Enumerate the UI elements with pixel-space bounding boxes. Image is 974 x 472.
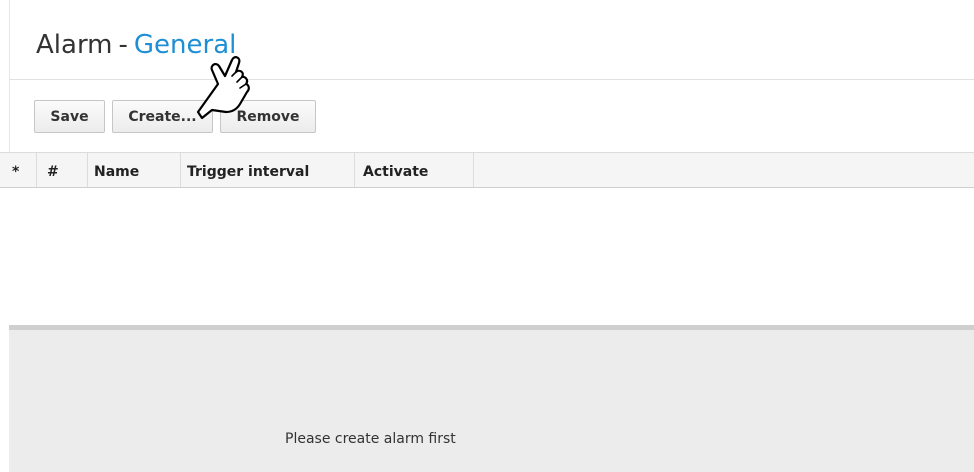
empty-state-message: Please create alarm first (285, 431, 456, 447)
alarm-detail-panel: Please create alarm first (9, 330, 974, 472)
page-title: Alarm - General (36, 30, 236, 60)
create-button[interactable]: Create... (112, 100, 213, 133)
title-divider (9, 79, 974, 80)
column-header-modified[interactable]: * (0, 153, 37, 187)
page-title-separator: - (118, 30, 128, 60)
column-divider (473, 153, 474, 187)
remove-button[interactable]: Remove (220, 100, 316, 133)
alarm-general-page: Alarm - General Save Create... Remove * # … (0, 0, 974, 472)
page-title-main: Alarm (36, 30, 113, 60)
page-title-section: General (133, 30, 237, 60)
column-header-number-label: # (47, 164, 59, 180)
column-header-name[interactable]: Name (88, 153, 181, 187)
column-header-activate-label: Activate (363, 164, 429, 180)
column-header-trigger-interval[interactable]: Trigger interval (181, 153, 355, 187)
save-button[interactable]: Save (34, 100, 105, 133)
column-header-number[interactable]: # (37, 153, 88, 187)
column-header-modified-label: * (12, 164, 20, 180)
alarm-table-header: * # Name Trigger interval Activate (0, 152, 974, 188)
alarm-table-body (0, 188, 974, 326)
column-header-trigger-interval-label: Trigger interval (187, 164, 310, 180)
column-header-activate[interactable]: Activate (355, 153, 474, 187)
column-header-name-label: Name (94, 164, 140, 180)
